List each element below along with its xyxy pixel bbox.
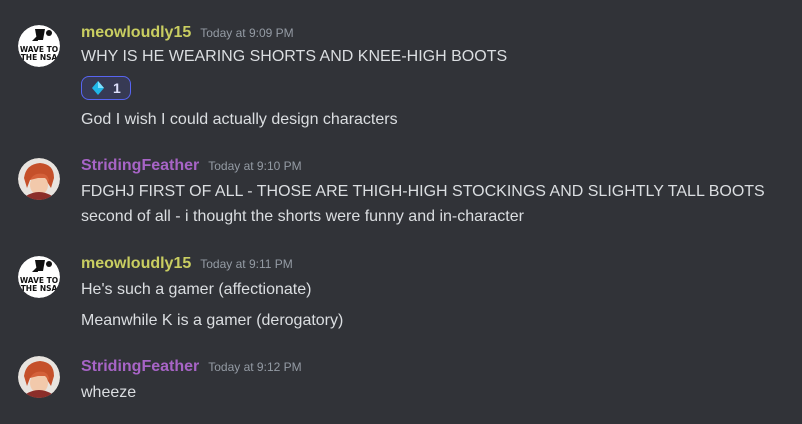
avatar[interactable]: WAVE TO THE NSA (18, 256, 60, 298)
message-text: second of all - i thought the shorts wer… (81, 208, 524, 225)
message-text: WHY IS HE WEARING SHORTS AND KNEE-HIGH B… (81, 48, 508, 65)
avatar[interactable]: WAVE TO THE NSA (18, 25, 60, 67)
diamond-icon (92, 81, 104, 95)
anime-character-avatar (18, 356, 60, 398)
avatar[interactable] (18, 356, 60, 398)
message-text: wheeze (81, 384, 137, 401)
timestamp: Today at 9:10 PM (208, 159, 302, 173)
avatar[interactable] (18, 158, 60, 200)
username[interactable]: StridingFeather (81, 358, 199, 376)
message-text: God I wish I could actually design chara… (81, 111, 398, 128)
message-text: He's such a gamer (affectionate) (81, 281, 312, 298)
timestamp: Today at 9:09 PM (200, 26, 294, 40)
timestamp: Today at 9:11 PM (200, 257, 293, 271)
message-text: Meanwhile K is a gamer (derogatory) (81, 312, 344, 329)
wave-to-the-nsa-avatar: WAVE TO THE NSA (18, 25, 60, 67)
svg-text:THE NSA: THE NSA (21, 284, 58, 293)
username[interactable]: meowloudly15 (81, 255, 191, 273)
reaction-button[interactable]: 1 (81, 76, 131, 100)
message-text: FDGHJ FIRST OF ALL - THOSE ARE THIGH-HIG… (81, 183, 765, 200)
username[interactable]: StridingFeather (81, 157, 199, 175)
username[interactable]: meowloudly15 (81, 24, 191, 42)
wave-to-the-nsa-avatar: WAVE TO THE NSA (18, 256, 60, 298)
reaction-count: 1 (113, 80, 121, 96)
anime-character-avatar (18, 158, 60, 200)
timestamp: Today at 9:12 PM (208, 360, 302, 374)
svg-text:THE NSA: THE NSA (21, 53, 58, 62)
